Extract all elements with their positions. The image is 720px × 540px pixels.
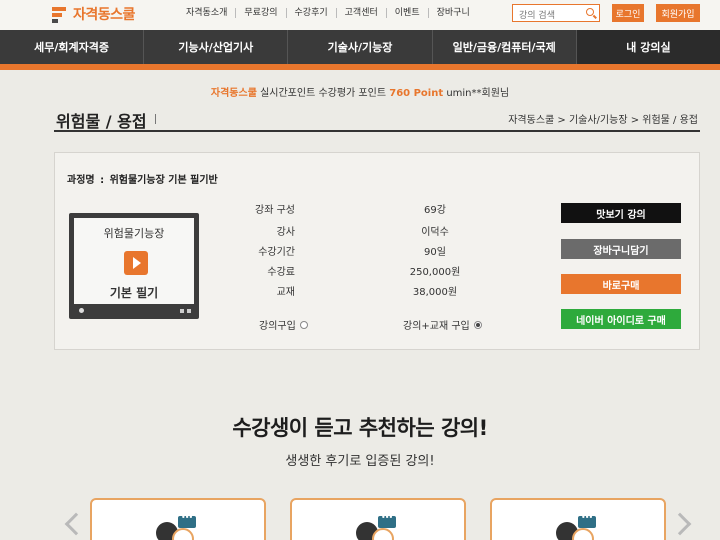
- points-banner: 자격동스쿨 실시간포인트 수강평가 포인트 760 Point umin**회원…: [0, 84, 720, 99]
- monitor-power-icon: [79, 308, 84, 313]
- site-logo[interactable]: 자격동스쿨: [52, 4, 135, 24]
- login-button[interactable]: 로그인: [612, 4, 644, 22]
- search-placeholder: 강의 검색: [519, 11, 555, 21]
- detail-value: 90일: [424, 247, 446, 258]
- detail-value: 69강: [424, 205, 446, 216]
- option-lecture-book-radio[interactable]: [473, 320, 482, 329]
- detail-label: 수강료: [267, 267, 295, 278]
- badge-icon: [172, 528, 194, 540]
- detail-row: 수강기간 90일: [241, 243, 481, 258]
- top-nav-reviews[interactable]: 수강후기: [285, 8, 336, 18]
- badge-icon: [372, 528, 394, 540]
- option-lecture-book[interactable]: 강의+교재 구입: [403, 317, 482, 332]
- play-icon[interactable]: [124, 251, 148, 275]
- top-nav-free-lectures[interactable]: 무료강의: [235, 8, 285, 18]
- carousel-prev-icon[interactable]: [64, 512, 88, 536]
- top-nav: 자격동소개 무료강의 수강후기 고객센터 이벤트 장바구니: [186, 8, 478, 18]
- course-thumbnail[interactable]: 위험물기능장 기본 필기: [69, 213, 199, 319]
- detail-row: 강좌 구성 69강: [241, 201, 481, 216]
- thumbnail-screen: 위험물기능장 기본 필기: [74, 218, 194, 304]
- points-value: 760 Point: [389, 88, 444, 99]
- detail-label: 강사: [276, 227, 295, 238]
- option-lecture-label: 강의구입: [259, 321, 296, 332]
- breadcrumb[interactable]: 자격동스쿨 > 기술사/기능장 > 위험물 / 용접: [508, 111, 698, 126]
- monitor-controls-icon: [180, 309, 191, 313]
- option-lecture[interactable]: 강의구입: [259, 317, 308, 332]
- chat-bubble-icon: [378, 513, 396, 528]
- naver-buy-button[interactable]: 네이버 아이디로 구매: [561, 309, 681, 329]
- chat-bubble-icon: [178, 513, 196, 528]
- top-header: 자격동스쿨 자격동소개 무료강의 수강후기 고객센터 이벤트 장바구니 강의 검…: [0, 0, 720, 30]
- join-button[interactable]: 회원가입: [656, 4, 700, 22]
- detail-row: 교재 38,000원: [241, 283, 481, 298]
- recommend-title: 수강생이 듣고 추천하는 강의!: [232, 416, 488, 440]
- page-title: 위험물 / 용접: [56, 112, 147, 131]
- points-user: umin**회원님: [446, 88, 510, 99]
- carousel-next-icon[interactable]: [668, 512, 692, 536]
- top-nav-about[interactable]: 자격동소개: [186, 8, 235, 18]
- course-panel: 과정명 : 위험물기능장 기본 필기반 위험물기능장 기본 필기 강좌 구성 6…: [54, 152, 700, 350]
- detail-value: 250,000원: [409, 267, 461, 278]
- search-icon[interactable]: [586, 8, 594, 16]
- main-nav-general[interactable]: 일반/금융/컴퓨터/국제: [433, 30, 577, 64]
- logo-mark-icon: [52, 6, 69, 23]
- main-nav-craftsman[interactable]: 기능사/산업기사: [144, 30, 289, 64]
- thumbnail-title: 위험물기능장: [103, 227, 165, 240]
- detail-row: 강사 이덕수: [241, 223, 481, 238]
- main-nav: 세무/회계자격증 기능사/산업기사 기술사/기능장 일반/금융/컴퓨터/국제 내…: [0, 30, 720, 64]
- buy-now-button[interactable]: 바로구매: [561, 274, 681, 294]
- nav-divider: [0, 64, 720, 70]
- points-text: 실시간포인트 수강평가 포인트: [260, 88, 387, 99]
- main-nav-my-classroom[interactable]: 내 강의실: [576, 30, 720, 64]
- detail-value: 38,000원: [412, 287, 458, 298]
- option-lecture-book-label: 강의+교재 구입: [403, 321, 470, 332]
- chat-bubble-icon: [578, 513, 596, 528]
- detail-row: 수강료 250,000원: [241, 263, 481, 278]
- course-name-label: 과정명: [67, 175, 95, 186]
- detail-label: 수강기간: [258, 247, 295, 258]
- preview-button[interactable]: 맛보기 강의: [561, 203, 681, 223]
- course-name-value: 위험물기능장 기본 필기반: [109, 175, 218, 186]
- main-nav-engineer[interactable]: 기술사/기능장: [288, 30, 433, 64]
- course-name: 과정명 : 위험물기능장 기본 필기반: [67, 175, 218, 186]
- points-brand: 자격동스쿨: [210, 88, 257, 99]
- add-to-cart-button[interactable]: 장바구니담기: [561, 239, 681, 259]
- thumbnail-subtitle: 기본 필기: [109, 286, 159, 300]
- title-separator: [155, 114, 156, 124]
- detail-value: 이덕수: [421, 227, 449, 238]
- search-input[interactable]: 강의 검색: [512, 4, 600, 22]
- recommend-subtitle: 생생한 후기로 입증된 강의!: [285, 454, 435, 469]
- review-card[interactable]: [290, 498, 466, 540]
- detail-label: 교재: [276, 287, 295, 298]
- title-underline: [54, 130, 700, 132]
- top-nav-events[interactable]: 이벤트: [385, 8, 428, 18]
- review-card[interactable]: [90, 498, 266, 540]
- detail-label: 강좌 구성: [255, 205, 295, 216]
- main-nav-tax-accounting[interactable]: 세무/회계자격증: [0, 30, 145, 64]
- review-card[interactable]: [490, 498, 666, 540]
- badge-icon: [572, 528, 594, 540]
- top-nav-support[interactable]: 고객센터: [335, 8, 386, 18]
- logo-text: 자격동스쿨: [73, 7, 135, 23]
- option-lecture-radio[interactable]: [299, 320, 308, 329]
- top-nav-cart[interactable]: 장바구니: [427, 8, 478, 18]
